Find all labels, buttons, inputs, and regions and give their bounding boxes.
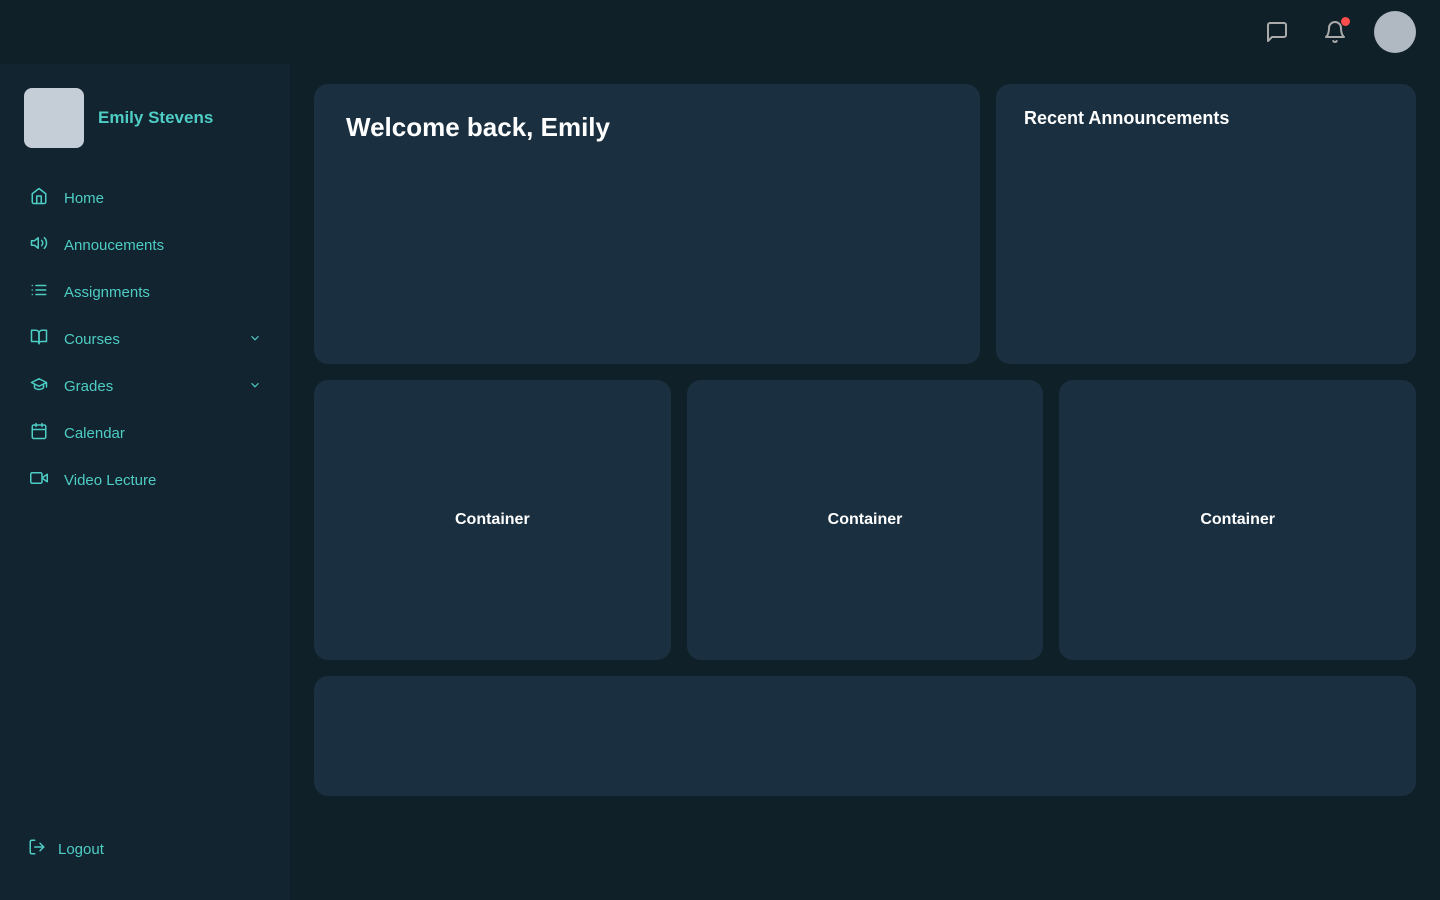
sidebar-item-announcements[interactable]: Annoucements <box>12 223 278 268</box>
container-card-2: Container <box>687 380 1044 660</box>
logout-button[interactable]: Logout <box>24 830 266 868</box>
courses-icon <box>28 328 50 351</box>
container-card-3: Container <box>1059 380 1416 660</box>
middle-row: Container Container Container <box>314 380 1416 660</box>
announcements-card: Recent Announcements <box>996 84 1416 364</box>
grades-icon <box>28 375 50 398</box>
top-row: Welcome back, Emily Recent Announcements <box>314 84 1416 364</box>
chat-icon[interactable] <box>1258 13 1296 51</box>
sidebar-item-video-lecture[interactable]: Video Lecture <box>12 458 278 503</box>
content-inner: Welcome back, Emily Recent Announcements… <box>314 64 1416 796</box>
home-icon <box>28 187 50 210</box>
announcements-title: Recent Announcements <box>1024 108 1388 129</box>
notification-badge <box>1341 17 1350 26</box>
assignments-icon <box>28 281 50 304</box>
user-avatar <box>24 88 84 148</box>
main-content: Welcome back, Emily Recent Announcements… <box>290 0 1440 900</box>
welcome-title: Welcome back, Emily <box>346 112 948 143</box>
container-card-1: Container <box>314 380 671 660</box>
logout-icon <box>28 838 46 860</box>
courses-chevron-icon <box>248 331 262 348</box>
sidebar-item-calendar-label: Calendar <box>64 425 125 442</box>
sidebar-item-assignments-label: Assignments <box>64 284 150 301</box>
nav-menu: Home Annoucements Assignments Courses <box>0 176 290 814</box>
logout-label: Logout <box>58 841 104 858</box>
sidebar-item-grades[interactable]: Grades <box>12 364 278 409</box>
sidebar-item-courses-label: Courses <box>64 331 120 348</box>
sidebar-item-home-label: Home <box>64 190 104 207</box>
sidebar-footer: Logout <box>0 814 290 900</box>
user-profile-section: Emily Stevens <box>0 72 290 176</box>
sidebar-item-calendar[interactable]: Calendar <box>12 411 278 456</box>
sidebar: Emily Stevens Home Annoucements Assignme… <box>0 0 290 900</box>
grades-chevron-icon <box>248 378 262 395</box>
container-label-2: Container <box>828 511 903 529</box>
container-label-1: Container <box>455 511 530 529</box>
welcome-card: Welcome back, Emily <box>314 84 980 364</box>
topbar <box>0 0 1440 64</box>
bell-icon[interactable] <box>1316 13 1354 51</box>
sidebar-item-courses[interactable]: Courses <box>12 317 278 362</box>
sidebar-item-assignments[interactable]: Assignments <box>12 270 278 315</box>
user-avatar-topbar[interactable] <box>1374 11 1416 53</box>
announcements-icon <box>28 234 50 257</box>
sidebar-item-home[interactable]: Home <box>12 176 278 221</box>
sidebar-item-announcements-label: Annoucements <box>64 237 164 254</box>
user-name: Emily Stevens <box>98 108 213 128</box>
sidebar-item-grades-label: Grades <box>64 378 113 395</box>
sidebar-item-video-lecture-label: Video Lecture <box>64 472 156 489</box>
bottom-row <box>314 676 1416 796</box>
calendar-icon <box>28 422 50 445</box>
container-label-3: Container <box>1200 511 1275 529</box>
video-lecture-icon <box>28 469 50 492</box>
